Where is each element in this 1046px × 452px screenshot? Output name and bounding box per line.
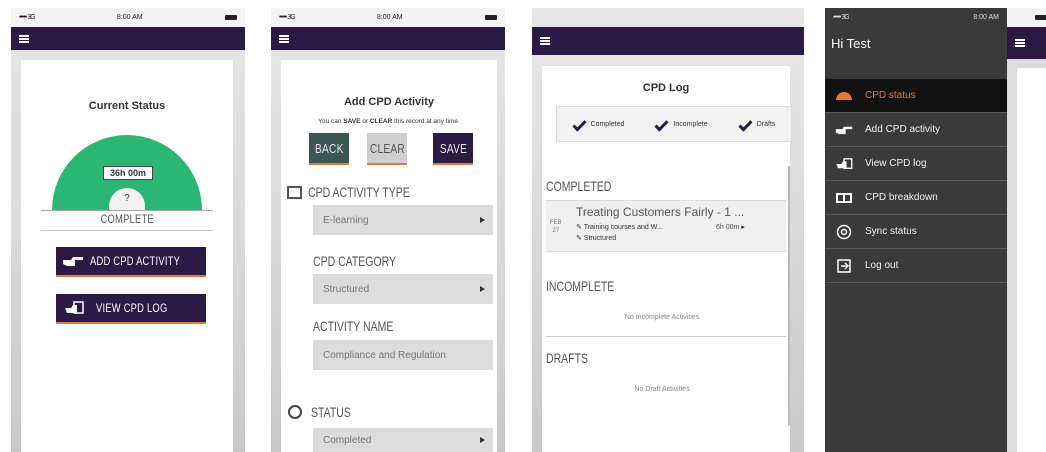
gauge-label: COMPLETE	[100, 212, 154, 226]
screen-cpd-log: CPD Log Completed Incomplete Drafts COMP…	[532, 8, 804, 452]
check-icon	[571, 116, 587, 132]
underlying-page	[1007, 8, 1046, 452]
screen-side-menu: ••••• 3G 8:00 AM Hi Test CPD status Add …	[825, 8, 1046, 452]
filter-drafts[interactable]: Drafts	[738, 116, 775, 132]
completed-heading: COMPLETED	[546, 178, 612, 194]
activity-type-select[interactable]: E-learning	[313, 205, 493, 235]
gauge-value-badge: 36h 00m	[103, 166, 153, 180]
scrollbar[interactable]	[788, 166, 790, 426]
menu-item-add-cpd-activity[interactable]: Add CPD activity	[825, 113, 1007, 147]
page-title: CPD Log	[642, 82, 690, 94]
entry-type: ✎ Training courses and W...	[576, 224, 663, 231]
status-label: STATUS	[311, 404, 351, 420]
gauge-bottom-line	[41, 230, 213, 231]
gauge-icon	[833, 88, 855, 104]
completed-entry[interactable]: FEB 27 Treating Customers Fairly - 1 ... …	[546, 200, 786, 252]
status-bar: ••••• 3G 8:00 AM	[11, 8, 245, 27]
nav-bar	[271, 27, 505, 50]
incomplete-empty-message: No Incomplete Activities	[624, 314, 700, 321]
signal-indicator: ••••• 3G	[19, 14, 36, 21]
incomplete-heading: INCOMPLETE	[546, 278, 615, 294]
hamburger-menu-icon[interactable]	[1015, 39, 1025, 47]
clock: 8:00 AM	[376, 14, 403, 21]
pencil-icon: ✎	[576, 224, 584, 231]
gauge-base-line	[41, 210, 213, 211]
filter-bar: Completed Incomplete Drafts	[556, 106, 792, 142]
add-cpd-activity-label: ADD CPD ACTIVITY	[90, 254, 181, 268]
drafts-empty-message: No Draft Activities	[634, 386, 690, 393]
battery-icon	[484, 15, 497, 20]
activity-name-input[interactable]: Compliance and Regulation	[313, 340, 493, 370]
pencil-icon: ✎	[576, 235, 584, 242]
screen-current-status: ••••• 3G 8:00 AM Current Status 36h 00m …	[11, 8, 245, 452]
pointing-hand-icon	[833, 122, 855, 138]
save-button[interactable]: SAVE	[433, 133, 473, 165]
check-icon	[738, 116, 753, 132]
activity-name-label: ACTIVITY NAME	[313, 318, 394, 334]
caret-right-icon	[480, 217, 485, 223]
entry-category: ✎ Structured	[576, 235, 617, 242]
cpd-log-panel: CPD Log Completed Incomplete Drafts COMP…	[542, 66, 792, 452]
menu-item-cpd-breakdown[interactable]: CPD breakdown	[825, 181, 1007, 215]
hamburger-menu-icon[interactable]	[279, 34, 289, 43]
status-select[interactable]: Completed	[313, 428, 493, 452]
sync-icon	[833, 224, 855, 240]
page-title: Current Status	[88, 100, 166, 112]
entry-date: FEB 27	[550, 220, 562, 234]
activity-type-label: CPD ACTIVITY TYPE	[308, 184, 410, 200]
category-label: CPD CATEGORY	[313, 253, 397, 269]
status-bar: ••••• 3G 8:00 AM	[271, 8, 505, 27]
add-cpd-activity-button[interactable]: ADD CPD ACTIVITY	[56, 247, 206, 277]
pointing-hand-icon	[63, 257, 83, 266]
clock: 8:00 AM	[973, 14, 999, 21]
screen-add-cpd-activity: ••••• 3G 8:00 AM Add CPD Activity You ca…	[271, 8, 505, 452]
add-activity-form: Add CPD Activity You can SAVE or CLEAR t…	[281, 60, 497, 452]
battery-icon	[1035, 15, 1046, 20]
signal-indicator: ••••• 3G	[279, 14, 296, 21]
entry-duration: 6h 00m ▸	[716, 224, 745, 231]
greeting: Hi Test	[831, 35, 871, 51]
gauge-question: ?	[124, 193, 130, 204]
divider	[546, 336, 786, 337]
caret-right-icon	[480, 437, 485, 443]
chevron-right-icon: ▸	[741, 224, 745, 231]
menu-item-sync-status[interactable]: Sync status	[825, 215, 1007, 249]
log-hand-icon	[65, 301, 84, 314]
form-hint: You can SAVE or CLEAR this record at any…	[318, 118, 460, 125]
status-card: Current Status 36h 00m ? COMPLETE ADD CP…	[21, 60, 233, 452]
drafts-heading: DRAFTS	[546, 350, 588, 366]
view-cpd-log-label: VIEW CPD LOG	[96, 301, 168, 315]
clock: 8:00 AM	[116, 14, 143, 21]
status-bar: ••••• 3G 8:00 AM	[825, 8, 1007, 27]
activity-type-icon	[287, 186, 302, 199]
log-hand-icon	[833, 156, 855, 172]
menu-item-view-cpd-log[interactable]: View CPD log	[825, 147, 1007, 181]
logout-icon	[833, 258, 855, 274]
filter-completed[interactable]: Completed	[571, 116, 624, 132]
clear-button[interactable]: CLEAR	[367, 133, 407, 165]
signal-indicator: ••••• 3G	[833, 14, 850, 21]
status-check-icon	[288, 405, 302, 419]
battery-icon	[224, 15, 237, 20]
menu-item-log-out[interactable]: Log out	[825, 249, 1007, 283]
menu-header: Hi Test	[825, 27, 1007, 59]
category-select[interactable]: Structured	[313, 274, 493, 304]
nav-bar	[532, 27, 804, 55]
hamburger-menu-icon[interactable]	[19, 34, 29, 43]
filter-incomplete[interactable]: Incomplete	[654, 116, 708, 132]
page-title: Add CPD Activity	[343, 96, 435, 108]
nav-bar	[11, 27, 245, 50]
check-icon	[654, 116, 670, 132]
hamburger-menu-icon[interactable]	[540, 37, 550, 45]
menu-item-cpd-status[interactable]: CPD status	[825, 79, 1007, 113]
entry-title: Treating Customers Fairly - 1 ...	[576, 205, 745, 219]
back-button[interactable]: BACK	[309, 133, 349, 165]
view-cpd-log-button[interactable]: VIEW CPD LOG	[56, 294, 206, 324]
breakdown-icon	[833, 190, 855, 206]
caret-right-icon	[480, 286, 485, 292]
